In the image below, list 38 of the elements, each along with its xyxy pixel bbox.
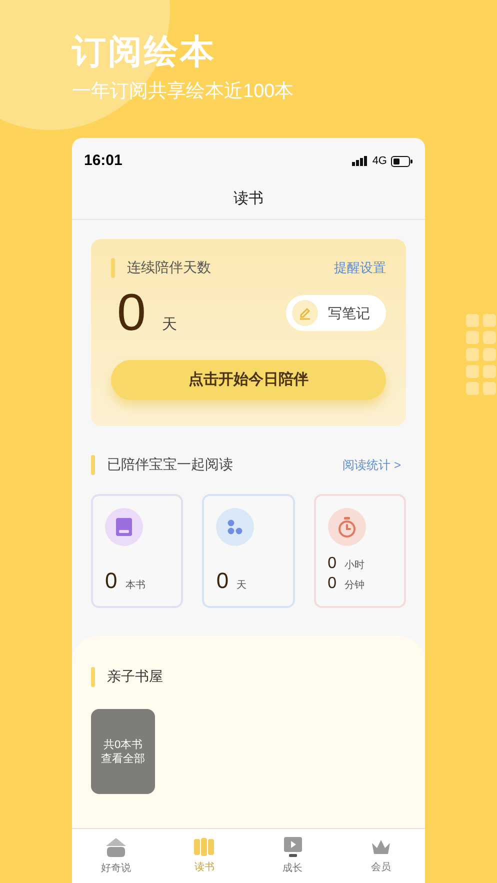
tab-item[interactable]: 会员 bbox=[336, 829, 425, 883]
house-icon bbox=[104, 836, 128, 858]
stat-unit: 小时 bbox=[344, 558, 365, 573]
battery-icon bbox=[391, 156, 413, 166]
reminder-link[interactable]: 提醒设置 bbox=[334, 258, 386, 278]
bookshelf-title: 亲子书屋 bbox=[107, 667, 163, 686]
stat-value: 0 bbox=[105, 568, 118, 594]
stat-value: 0 bbox=[328, 554, 337, 574]
stopwatch-icon bbox=[336, 516, 357, 538]
tab-item[interactable]: 读书 bbox=[160, 829, 248, 883]
stat-unit: 天 bbox=[236, 579, 247, 593]
stat-unit: 本书 bbox=[125, 578, 146, 593]
section-title: 已陪伴宝宝一起阅读 bbox=[107, 455, 233, 474]
write-note-button[interactable]: 写笔记 bbox=[286, 295, 386, 331]
start-button[interactable]: 点击开始今日陪伴 bbox=[111, 360, 386, 400]
streak-label: 连续陪伴天数 bbox=[127, 258, 211, 277]
stat-value: 0 bbox=[216, 568, 229, 594]
promo-title: 订阅绘本 bbox=[72, 32, 217, 72]
tile-text: 查看全部 bbox=[101, 752, 145, 766]
view-all-tile[interactable]: 共0本书 查看全部 bbox=[91, 709, 155, 794]
book-icon bbox=[115, 517, 133, 537]
status-time: 16:01 bbox=[84, 150, 122, 171]
streak-unit: 天 bbox=[162, 314, 177, 334]
tab-item[interactable]: 好奇说 bbox=[72, 829, 160, 883]
network-label: 4G bbox=[372, 154, 387, 169]
play-screen-icon bbox=[282, 836, 303, 858]
stat-value: 0 bbox=[328, 574, 337, 594]
tab-item[interactable]: 成长 bbox=[248, 829, 337, 883]
page-title: 读书 bbox=[234, 189, 264, 210]
signal-icon bbox=[352, 156, 368, 166]
pencil-icon bbox=[298, 306, 312, 320]
promo-subtitle: 一年订阅共享绘本近100本 bbox=[72, 80, 295, 104]
tile-text: 共0本书 bbox=[103, 738, 143, 752]
dots-icon bbox=[226, 519, 244, 535]
reading-stats-link[interactable]: 阅读统计 > bbox=[342, 456, 406, 474]
streak-count: 0 bbox=[117, 284, 146, 342]
stat-unit: 分钟 bbox=[344, 578, 365, 593]
open-book-icon bbox=[193, 837, 216, 857]
